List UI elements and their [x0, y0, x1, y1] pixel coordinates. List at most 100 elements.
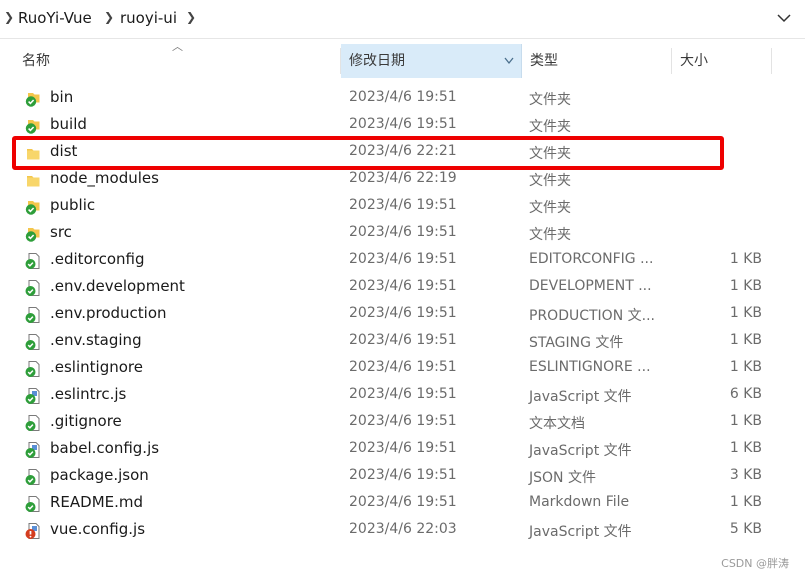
- file-type: STAGING 文件: [529, 335, 624, 351]
- file-size: 1 KB: [729, 440, 762, 456]
- breadcrumb-item-ruoyi-ui[interactable]: ruoyi-ui: [120, 9, 177, 27]
- file-date: 2023/4/6 19:51: [349, 332, 457, 348]
- column-header-size[interactable]: 大小: [672, 44, 772, 78]
- file-size: 6 KB: [729, 386, 762, 402]
- js-file-synced-icon: [24, 387, 42, 405]
- file-type: JavaScript 文件: [529, 389, 632, 405]
- file-synced-icon: [24, 306, 42, 324]
- file-date: 2023/4/6 19:51: [349, 116, 457, 132]
- file-date: 2023/4/6 19:51: [349, 197, 457, 213]
- column-header-type[interactable]: 类型: [522, 44, 672, 78]
- file-row[interactable]: public 2023/4/6 19:51 文件夹: [0, 193, 805, 220]
- file-size: 1 KB: [729, 413, 762, 429]
- watermark: CSDN @胖涛: [721, 557, 789, 570]
- file-name: node_modules: [50, 169, 159, 187]
- file-type: JavaScript 文件: [529, 524, 632, 540]
- file-name: bin: [50, 88, 74, 106]
- folder-synced-icon: [24, 198, 42, 216]
- breadcrumb-chevron-icon[interactable]: ❯: [186, 10, 196, 24]
- file-row[interactable]: .env.staging 2023/4/6 19:51 STAGING 文件 1 KB: [0, 328, 805, 355]
- file-name: build: [50, 115, 87, 133]
- column-header-size-label: 大小: [680, 53, 708, 69]
- file-size: 5 KB: [729, 521, 762, 537]
- column-header-date[interactable]: 修改日期: [341, 44, 522, 78]
- file-row[interactable]: babel.config.js 2023/4/6 19:51 JavaScript …: [0, 436, 805, 463]
- file-row[interactable]: node_modules 2023/4/6 22:19 文件夹: [0, 166, 805, 193]
- file-size: 1 KB: [729, 332, 762, 348]
- file-row[interactable]: bin 2023/4/6 19:51 文件夹: [0, 85, 805, 112]
- file-row[interactable]: build 2023/4/6 19:51 文件夹: [0, 112, 805, 139]
- file-row[interactable]: .env.development 2023/4/6 19:51 DEVELOPMEN…: [0, 274, 805, 301]
- file-date: 2023/4/6 19:51: [349, 386, 457, 402]
- file-type: ESLINTIGNORE ...: [529, 359, 651, 375]
- file-type: JavaScript 文件: [529, 443, 632, 459]
- file-name: package.json: [50, 466, 149, 484]
- js-file-modified-icon: [24, 522, 42, 540]
- file-row[interactable]: .eslintignore 2023/4/6 19:51 ESLINTIGNORE …: [0, 355, 805, 382]
- file-name: src: [50, 223, 72, 241]
- folder-icon: [24, 171, 42, 189]
- file-row[interactable]: .env.production 2023/4/6 19:51 PRODUCTION …: [0, 301, 805, 328]
- file-name: .eslintignore: [50, 358, 143, 376]
- file-type: 文件夹: [529, 173, 571, 189]
- file-name: .env.development: [50, 277, 185, 295]
- folder-synced-icon: [24, 90, 42, 108]
- file-date: 2023/4/6 19:51: [349, 413, 457, 429]
- file-name: README.md: [50, 493, 144, 511]
- file-row[interactable]: .gitignore 2023/4/6 19:51 文本文档 1 KB: [0, 409, 805, 436]
- file-size: 1 KB: [729, 305, 762, 321]
- file-name: public: [50, 196, 96, 214]
- file-size: 3 KB: [729, 467, 762, 483]
- file-synced-icon: [24, 333, 42, 351]
- file-name: .env.staging: [50, 331, 142, 349]
- file-synced-icon: [24, 279, 42, 297]
- folder-synced-icon: [24, 117, 42, 135]
- file-size: 1 KB: [729, 359, 762, 375]
- file-size: 1 KB: [729, 251, 762, 267]
- column-header: 名称 修改日期 类型 大小: [0, 44, 805, 78]
- file-date: 2023/4/6 19:51: [349, 89, 457, 105]
- column-separator[interactable]: [771, 48, 772, 74]
- folder-synced-icon: [24, 225, 42, 243]
- file-type: PRODUCTION 文...: [529, 308, 655, 324]
- chevron-down-icon[interactable]: [775, 9, 793, 27]
- file-date: 2023/4/6 19:51: [349, 278, 457, 294]
- file-date: 2023/4/6 19:51: [349, 224, 457, 240]
- breadcrumb-item-ruoyi-vue[interactable]: RuoYi-Vue: [18, 9, 92, 27]
- file-row[interactable]: vue.config.js 2023/4/6 22:03 JavaScript 文件…: [0, 517, 805, 544]
- file-synced-icon: [24, 252, 42, 270]
- file-synced-icon: [24, 468, 42, 486]
- file-name: .editorconfig: [50, 250, 145, 268]
- file-type: EDITORCONFIG ...: [529, 251, 654, 267]
- file-size: 1 KB: [729, 278, 762, 294]
- address-bar[interactable]: ❯ RuoYi-Vue ❯ ruoyi-ui ❯: [0, 0, 805, 39]
- file-row[interactable]: README.md 2023/4/6 19:51 Markdown File 1 KB: [0, 490, 805, 517]
- file-date: 2023/4/6 19:51: [349, 251, 457, 267]
- file-name: .env.production: [50, 304, 167, 322]
- column-header-name-label: 名称: [22, 53, 50, 69]
- file-type: 文本文档: [529, 416, 585, 432]
- sort-caret-icon: ︿: [172, 40, 183, 53]
- file-row[interactable]: package.json 2023/4/6 19:51 JSON 文件 3 KB: [0, 463, 805, 490]
- file-name: .eslintrc.js: [50, 385, 127, 403]
- file-type: 文件夹: [529, 92, 571, 108]
- file-date: 2023/4/6 19:51: [349, 494, 457, 510]
- breadcrumb-chevron-icon[interactable]: ❯: [104, 10, 114, 24]
- file-type: DEVELOPMENT ...: [529, 278, 652, 294]
- file-name: vue.config.js: [50, 520, 146, 538]
- file-row[interactable]: src 2023/4/6 19:51 文件夹: [0, 220, 805, 247]
- breadcrumb-chevron-icon[interactable]: ❯: [4, 10, 14, 24]
- file-type: Markdown File: [529, 494, 630, 510]
- file-row[interactable]: .editorconfig 2023/4/6 19:51 EDITORCONFIG …: [0, 247, 805, 274]
- file-type: 文件夹: [529, 227, 571, 243]
- column-header-type-label: 类型: [530, 53, 558, 69]
- highlight-box: [12, 136, 724, 170]
- file-date: 2023/4/6 19:51: [349, 440, 457, 456]
- file-date: 2023/4/6 19:51: [349, 359, 457, 375]
- file-date: 2023/4/6 19:51: [349, 305, 457, 321]
- js-file-synced-icon: [24, 441, 42, 459]
- file-row[interactable]: .eslintrc.js 2023/4/6 19:51 JavaScript 文件 6…: [0, 382, 805, 409]
- file-size: 1 KB: [729, 494, 762, 510]
- file-type: JSON 文件: [529, 470, 596, 486]
- file-date: 2023/4/6 22:19: [349, 170, 457, 186]
